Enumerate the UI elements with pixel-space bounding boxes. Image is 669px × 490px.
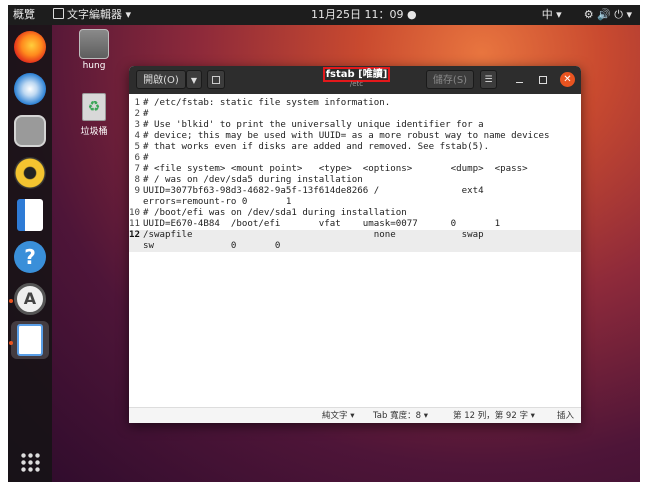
software-icon[interactable]: A: [14, 283, 46, 315]
app-menu-label: 文字編輯器 ▾: [67, 8, 132, 21]
dock: ? A: [8, 25, 52, 482]
running-indicator: [9, 341, 13, 345]
line-number: 12: [129, 230, 140, 240]
line-text: UUID=3077bf63-98d3-4682-9a5f-13f614de826…: [143, 186, 484, 196]
editor-line[interactable]: 2 #: [129, 109, 581, 120]
line-text: #: [143, 153, 149, 163]
line-text: sw 0 0: [143, 241, 281, 251]
line-number: 11: [129, 219, 140, 229]
line-text: # Use 'blkid' to print the universally u…: [143, 120, 484, 130]
line-text: /swapfile none swap: [143, 230, 484, 240]
new-tab-button[interactable]: [207, 70, 225, 89]
editor-line[interactable]: 9 UUID=3077bf63-98d3-4682-9a5f-13f614de82…: [129, 186, 581, 197]
tab-width-selector[interactable]: Tab 寬度：8 ▾: [373, 410, 428, 422]
files-icon[interactable]: [14, 115, 46, 147]
editor-line[interactable]: 7 # <file system> <mount point> <type> <o…: [129, 164, 581, 175]
text-editor-area[interactable]: 1 # /etc/fstab: static file system inform…: [129, 94, 581, 407]
system-menu-icons[interactable]: ⚙ 🔊 ⏻ ▾: [584, 8, 632, 21]
text-editor-small-icon: [53, 8, 64, 19]
hamburger-menu-button[interactable]: ☰: [480, 70, 497, 89]
text-editor-icon[interactable]: [17, 324, 43, 356]
window-subtitle: /etc: [349, 80, 364, 88]
minimize-icon: [516, 82, 523, 83]
editor-line[interactable]: errors=remount-ro 0 1: [129, 197, 581, 208]
system-tray[interactable]: 中 ▾ ⚙ 🔊 ⏻ ▾: [542, 8, 632, 22]
editor-line[interactable]: 10 # /boot/efi was on /dev/sda1 during in…: [129, 208, 581, 219]
firefox-icon[interactable]: [14, 31, 46, 63]
open-button[interactable]: 開啟(O): [136, 70, 186, 89]
line-text: #: [143, 109, 149, 119]
app-menu[interactable]: 文字編輯器 ▾: [53, 8, 131, 22]
line-text: # / was on /dev/sda5 during installation: [143, 175, 363, 185]
line-number: 8: [134, 175, 141, 185]
line-number: 5: [134, 142, 141, 152]
editor-line[interactable]: 8 # / was on /dev/sda5 during installatio…: [129, 175, 581, 186]
close-button[interactable]: ✕: [560, 72, 575, 87]
line-text: # device; this may be used with UUID= as…: [143, 131, 550, 141]
line-number: 1: [134, 98, 141, 108]
status-bar: 純文字 ▾ Tab 寬度：8 ▾ 第 12 列，第 92 字 ▾ 插入: [129, 407, 581, 423]
writer-icon[interactable]: [17, 199, 43, 231]
maximize-icon: [539, 76, 547, 84]
trash-label: 垃圾桶: [80, 127, 108, 137]
line-text: UUID=E670-4B84 /boot/efi vfat umask=0077…: [143, 219, 501, 229]
trash-icon: ♻: [82, 93, 106, 121]
new-document-icon: [212, 76, 220, 84]
editor-line[interactable]: 12/swapfile none swap: [129, 230, 581, 241]
cursor-position-selector[interactable]: 第 12 列，第 92 字 ▾: [453, 410, 535, 422]
header-bar[interactable]: 開啟(O) ▼ fstab [唯讀] /etc 儲存(S) ☰ ✕: [129, 66, 581, 94]
line-text: # <file system> <mount point> <type> <op…: [143, 164, 528, 174]
home-folder-icon: [79, 29, 109, 59]
syntax-highlight-selector[interactable]: 純文字 ▾: [322, 410, 354, 422]
editor-line[interactable]: 11 UUID=E670-4B84 /boot/efi vfat umask=00…: [129, 219, 581, 230]
line-text: # /etc/fstab: static file system informa…: [143, 98, 391, 108]
hamburger-icon: ☰: [484, 75, 493, 85]
help-icon[interactable]: ?: [14, 241, 46, 273]
line-text: # that works even if disks are added and…: [143, 142, 490, 152]
line-number: 9: [134, 186, 141, 196]
editor-line[interactable]: 6 #: [129, 153, 581, 164]
save-button[interactable]: 儲存(S): [426, 70, 474, 89]
line-number: 4: [134, 131, 141, 141]
editor-line[interactable]: 1 # /etc/fstab: static file system inform…: [129, 98, 581, 109]
line-text: # /boot/efi was on /dev/sda1 during inst…: [143, 208, 407, 218]
text-editor-window: 開啟(O) ▼ fstab [唯讀] /etc 儲存(S) ☰ ✕ 1 # /e…: [129, 66, 581, 423]
editor-line[interactable]: sw 0 0: [129, 241, 581, 252]
running-indicator: [9, 299, 13, 303]
activities-button[interactable]: 概覽: [13, 8, 35, 22]
input-method-indicator[interactable]: 中 ▾: [542, 8, 562, 21]
desktop: 概覽 文字編輯器 ▾ 11月25日 11：09 ● 中 ▾ ⚙ 🔊 ⏻ ▾ ? A…: [8, 5, 640, 482]
top-bar: 概覽 文字編輯器 ▾ 11月25日 11：09 ● 中 ▾ ⚙ 🔊 ⏻ ▾: [8, 5, 640, 25]
home-folder-desktop-icon[interactable]: hung: [64, 29, 124, 71]
line-number: 10: [129, 208, 140, 218]
line-number: 7: [134, 164, 141, 174]
thunderbird-icon[interactable]: [14, 73, 46, 105]
close-icon: ✕: [563, 74, 572, 85]
line-number: 2: [134, 109, 141, 119]
editor-line[interactable]: 3 # Use 'blkid' to print the universally …: [129, 120, 581, 131]
line-number: 6: [134, 153, 141, 163]
rhythmbox-icon[interactable]: [14, 157, 46, 189]
insert-mode-indicator: 插入: [557, 411, 575, 421]
open-menu-button[interactable]: ▼: [186, 70, 202, 89]
show-applications-icon[interactable]: [20, 452, 40, 472]
maximize-button[interactable]: [537, 74, 549, 86]
minimize-button[interactable]: [514, 74, 526, 86]
home-folder-label: hung: [82, 61, 106, 71]
editor-line[interactable]: 5 # that works even if disks are added an…: [129, 142, 581, 153]
trash-desktop-icon[interactable]: ♻ 垃圾桶: [64, 93, 124, 137]
clock[interactable]: 11月25日 11：09 ●: [311, 8, 417, 22]
line-text: errors=remount-ro 0 1: [143, 197, 292, 207]
editor-line[interactable]: 4 # device; this may be used with UUID= a…: [129, 131, 581, 142]
chevron-down-icon: ▼: [190, 76, 198, 85]
line-number: 3: [134, 120, 141, 130]
